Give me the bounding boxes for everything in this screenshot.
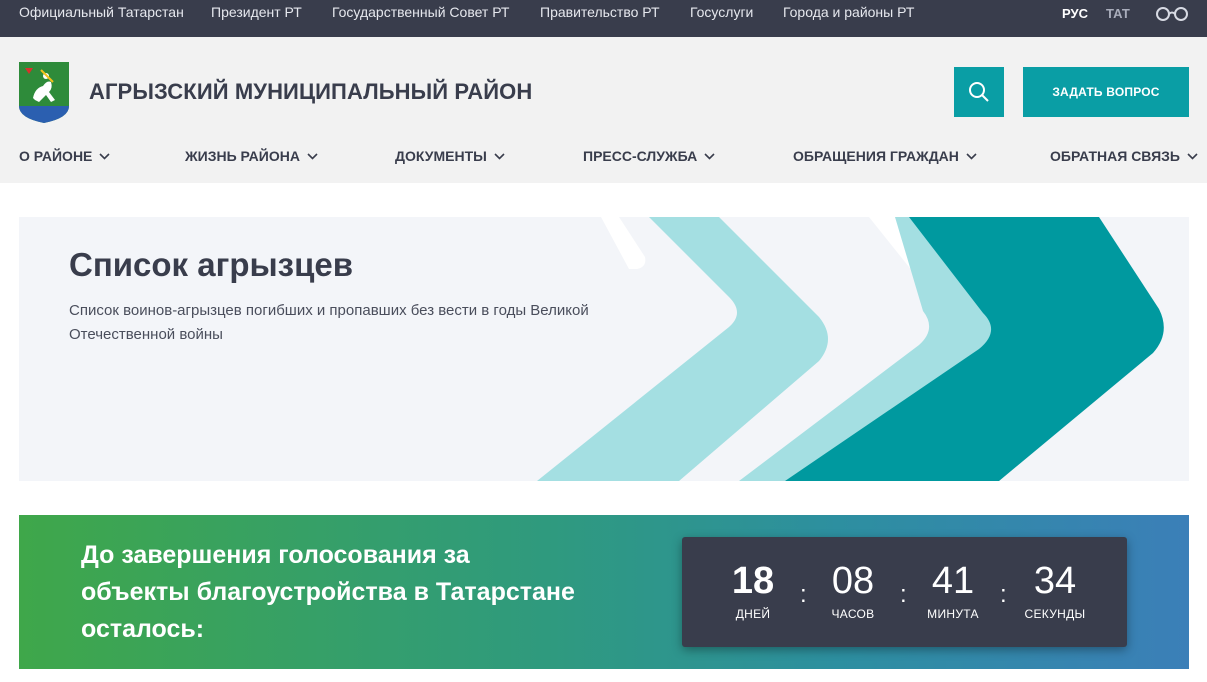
nav-item-documents[interactable]: ДОКУМЕНТЫ	[395, 148, 505, 164]
timer-hours: 08 ЧАСОВ	[808, 561, 898, 621]
timer-hours-label: ЧАСОВ	[831, 607, 875, 621]
search-button[interactable]	[954, 67, 1004, 117]
timer-seconds-value: 34	[1033, 560, 1077, 602]
coat-of-arms-logo[interactable]	[19, 62, 69, 123]
topbar-link-official-tatarstan[interactable]: Официальный Татарстан	[19, 4, 184, 20]
timer-minutes-label: МИНУТА	[927, 607, 979, 621]
nav-item-about[interactable]: О РАЙОНЕ	[19, 148, 110, 164]
lang-ru-button[interactable]: РУС	[1062, 6, 1088, 21]
page-title: Список агрызцев	[69, 246, 354, 283]
top-bar: Официальный Татарстан Президент РТ Госуд…	[0, 0, 1207, 37]
chevron-down-icon	[99, 152, 110, 160]
chevron-down-icon	[966, 152, 977, 160]
topbar-link-gosuslugi[interactable]: Госуслуги	[690, 4, 753, 20]
topbar-link-government[interactable]: Правительство РТ	[540, 4, 660, 20]
timer-seconds-label: СЕКУНДЫ	[1024, 607, 1086, 621]
nav-item-appeals[interactable]: ОБРАЩЕНИЯ ГРАЖДАН	[793, 148, 977, 164]
glasses-icon[interactable]	[1155, 6, 1189, 22]
nav-item-label: ДОКУМЕНТЫ	[395, 148, 487, 164]
page-description: Список воинов-агрызцев погибших и пропав…	[69, 302, 589, 343]
timer-days: 18 ДНЕЙ	[708, 561, 798, 621]
timer-days-value: 18	[731, 560, 775, 602]
chevron-down-icon	[704, 152, 715, 160]
search-icon	[969, 82, 989, 102]
nav-item-press[interactable]: ПРЕСС-СЛУЖБА	[583, 148, 715, 164]
page-hero: Список агрызцев Список воинов-агрызцев п…	[19, 217, 1189, 481]
nav-item-feedback[interactable]: ОБРАТНАЯ СВЯЗЬ	[1050, 148, 1198, 164]
ask-question-button[interactable]: ЗАДАТЬ ВОПРОС	[1023, 67, 1189, 117]
timer-hours-value: 08	[831, 560, 875, 602]
topbar-link-cities[interactable]: Города и районы РТ	[783, 4, 914, 20]
main-nav: О РАЙОНЕ ЖИЗНЬ РАЙОНА ДОКУМЕНТЫ ПРЕСС-СЛ…	[0, 146, 1207, 168]
nav-item-label: ОБРАТНАЯ СВЯЗЬ	[1050, 148, 1180, 164]
timer-days-label: ДНЕЙ	[735, 607, 771, 621]
nav-item-life[interactable]: ЖИЗНЬ РАЙОНА	[185, 148, 318, 164]
nav-item-label: О РАЙОНЕ	[19, 148, 93, 164]
nav-item-label: ОБРАЩЕНИЯ ГРАЖДАН	[793, 148, 959, 164]
timer-separator: :	[800, 581, 807, 608]
chevron-down-icon	[1187, 152, 1198, 160]
topbar-link-president[interactable]: Президент РТ	[211, 4, 302, 20]
countdown-timer: 18 ДНЕЙ : 08 ЧАСОВ : 41 МИНУТА : 34 СЕКУ…	[682, 537, 1127, 647]
lang-tat-button[interactable]: ТАТ	[1106, 6, 1130, 21]
site-title[interactable]: АГРЫЗСКИЙ МУНИЦИПАЛЬНЫЙ РАЙОН	[89, 79, 532, 105]
voting-banner[interactable]: До завершения голосования за объекты бла…	[19, 515, 1189, 669]
topbar-link-state-council[interactable]: Государственный Совет РТ	[332, 4, 509, 20]
nav-item-label: ПРЕСС-СЛУЖБА	[583, 148, 698, 164]
timer-seconds: 34 СЕКУНДЫ	[1010, 561, 1100, 621]
timer-minutes: 41 МИНУТА	[908, 561, 998, 621]
chevron-down-icon	[307, 152, 318, 160]
timer-separator: :	[900, 581, 907, 608]
chevron-down-icon	[494, 152, 505, 160]
voting-banner-text: До завершения голосования за объекты бла…	[81, 541, 575, 643]
nav-item-label: ЖИЗНЬ РАЙОНА	[185, 148, 300, 164]
timer-minutes-value: 41	[931, 560, 975, 602]
timer-separator: :	[1000, 581, 1007, 608]
site-header: АГРЫЗСКИЙ МУНИЦИПАЛЬНЫЙ РАЙОН ЗАДАТЬ ВОП…	[0, 37, 1207, 183]
